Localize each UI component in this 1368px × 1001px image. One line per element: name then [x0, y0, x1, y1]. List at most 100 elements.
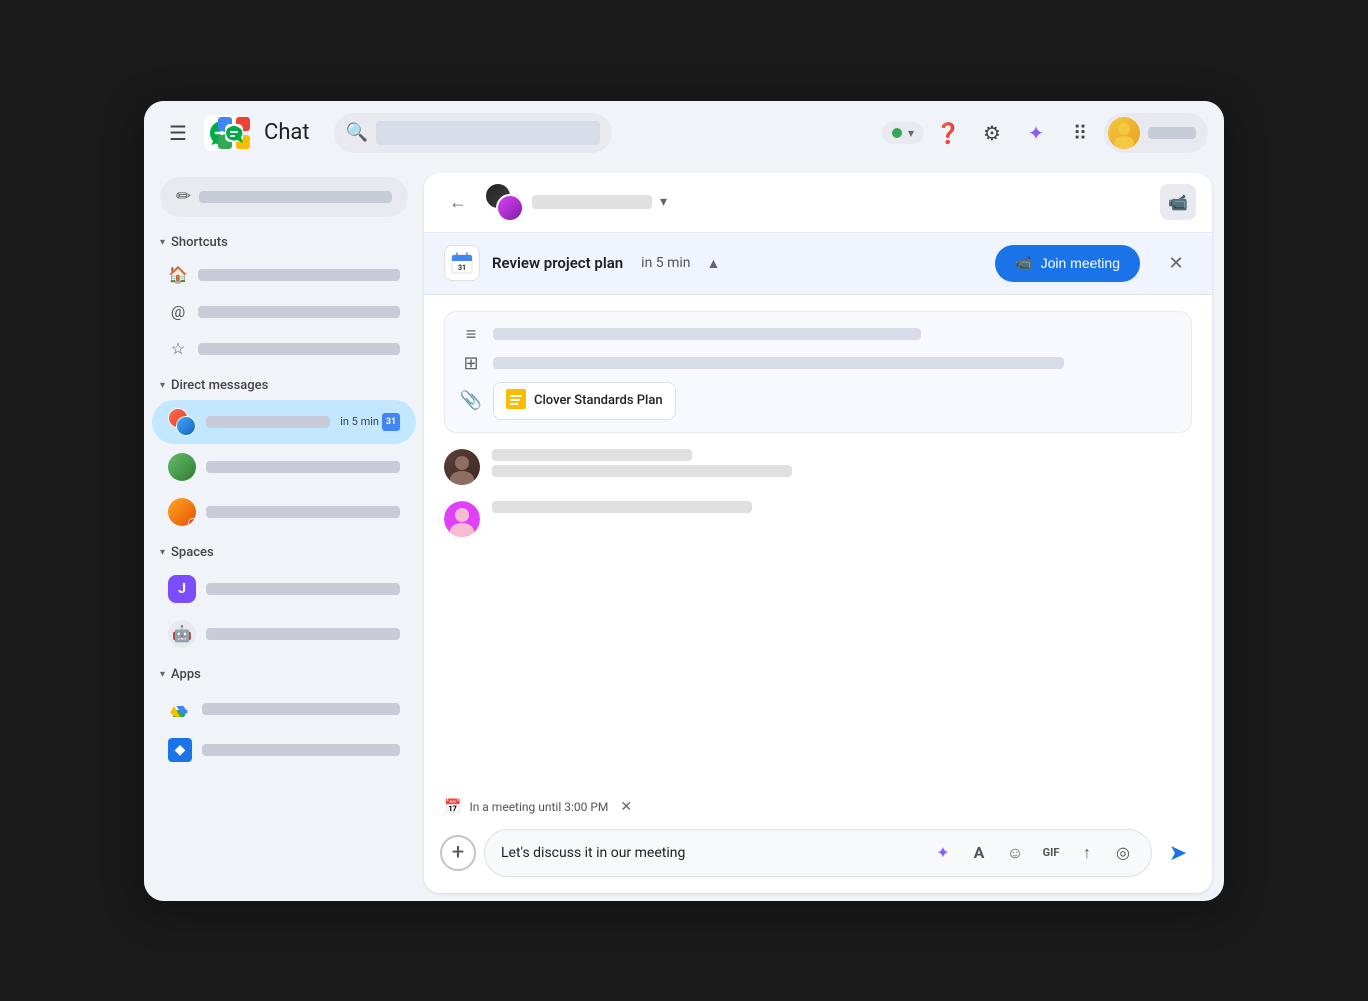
file-name: Clover Standards Plan [534, 393, 663, 408]
new-chat-label [199, 191, 392, 203]
apps-item-drive[interactable] [152, 689, 416, 729]
sparkle-button[interactable]: ✦ [927, 837, 959, 869]
back-button[interactable]: ← [440, 184, 476, 220]
app-body: ✏ ▾ Shortcuts 🏠 @ ☆ [144, 165, 1224, 901]
msg-line-2a [492, 501, 752, 513]
close-banner-button[interactable]: ✕ [1160, 247, 1192, 279]
direct-messages-section: ▾ Direct messages in 5 min 31 [144, 372, 424, 535]
app-window: ☰ Chat 🔍 [144, 101, 1224, 901]
dm-badge-text: in 5 min [340, 415, 379, 428]
sidebar-item-mentions[interactable]: @ [152, 294, 416, 330]
join-meeting-button[interactable]: 📹 Join meeting [995, 245, 1140, 282]
spaces-label: Spaces [171, 545, 214, 560]
spaces-label-j [206, 583, 400, 595]
meeting-title: Review project plan [492, 254, 623, 272]
spaces-header[interactable]: ▾ Spaces [144, 539, 424, 566]
spaces-arrow: ▾ [160, 547, 165, 558]
messages-area: ≡ ⊞ 📎 Clover Standards Plan [424, 295, 1212, 793]
attachment-row: 📎 Clover Standards Plan [461, 382, 1175, 420]
message-row-1 [444, 449, 1192, 485]
gemini-button[interactable]: ✦ [1016, 113, 1056, 153]
settings-button[interactable]: ⚙ [972, 113, 1012, 153]
dm-item-3[interactable] [152, 490, 416, 534]
home-icon: 🏠 [168, 265, 188, 285]
input-text[interactable]: Let's discuss it in our meeting [501, 845, 919, 861]
send-icon: ➤ [1169, 840, 1187, 866]
drive-icon [168, 697, 192, 721]
meeting-detail-card: ≡ ⊞ 📎 Clover Standards Plan [444, 311, 1192, 433]
app-logo-color [216, 115, 252, 151]
user-chip[interactable] [1104, 113, 1208, 153]
svg-text:31: 31 [458, 264, 466, 272]
spaces-item-j[interactable]: J [152, 567, 416, 611]
dm-badge: in 5 min 31 [340, 413, 400, 431]
chat-avatar-group [484, 182, 524, 222]
status-dropdown-arrow: ▾ [908, 126, 914, 140]
shortcuts-header[interactable]: ▾ Shortcuts [144, 229, 424, 256]
message-avatar-1 [444, 449, 480, 485]
drive-label [202, 703, 400, 715]
msg-line-1b [492, 465, 792, 477]
video-call-button[interactable]: 📹 [1160, 184, 1196, 220]
main-content: ← ▾ 📹 [424, 173, 1212, 893]
dm-avatar-2 [168, 453, 196, 481]
dm-header[interactable]: ▾ Direct messages [144, 372, 424, 399]
upload-button[interactable]: ↑ [1071, 837, 1103, 869]
sidebar-item-starred[interactable]: ☆ [152, 331, 416, 367]
join-video-icon: 📹 [1015, 255, 1032, 272]
meeting-expand-icon[interactable]: ▲ [707, 255, 721, 272]
spaces-avatar-j: J [168, 575, 196, 603]
status-close-button[interactable]: ✕ [620, 799, 632, 815]
attachment-file[interactable]: Clover Standards Plan [493, 382, 676, 420]
message-content-1 [492, 449, 792, 477]
user-name-placeholder [1148, 127, 1196, 139]
sidebar-item-home[interactable]: 🏠 [152, 257, 416, 293]
record-button[interactable]: ◎ [1107, 837, 1139, 869]
meeting-time: in 5 min [641, 255, 690, 271]
spaces-item-robot[interactable]: 🤖 [152, 612, 416, 656]
apps-item-diamond[interactable]: ◆ [152, 730, 416, 770]
help-button[interactable]: ❓ [928, 113, 968, 153]
detail-text-icon: ≡ [461, 324, 481, 345]
dm-label: Direct messages [171, 378, 268, 393]
search-bar[interactable]: 🔍 [334, 113, 612, 153]
input-area: + Let's discuss it in our meeting ✦ A ☺ [424, 821, 1212, 893]
detail-location-icon: ⊞ [461, 353, 481, 374]
app-title: Chat [264, 120, 310, 145]
video-icon: 📹 [1168, 193, 1188, 212]
dm-item-2[interactable] [152, 445, 416, 489]
upload-icon: ↑ [1083, 843, 1091, 863]
header-actions: ▾ ❓ ⚙ ✦ ⠿ [882, 113, 1208, 153]
message-content-2 [492, 501, 752, 513]
msg-line-1a [492, 449, 692, 461]
dm-item-active[interactable]: in 5 min 31 [152, 400, 416, 444]
calendar-badge: 31 [382, 413, 400, 431]
apps-grid-icon: ⠿ [1073, 121, 1088, 145]
spaces-section: ▾ Spaces J 🤖 [144, 539, 424, 657]
dm-avatar-3 [168, 498, 196, 526]
new-chat-button[interactable]: ✏ [160, 177, 408, 217]
calendar-icon: 31 [444, 245, 480, 281]
shortcuts-label: Shortcuts [171, 235, 228, 250]
gif-button[interactable]: GIF [1035, 837, 1067, 869]
header: ☰ Chat 🔍 [144, 101, 1224, 165]
diamond-icon: ◆ [168, 738, 192, 762]
apps-label: Apps [171, 667, 201, 682]
message-input-box[interactable]: Let's discuss it in our meeting ✦ A ☺ GI… [484, 829, 1152, 877]
apps-button[interactable]: ⠿ [1060, 113, 1100, 153]
menu-icon[interactable]: ☰ [160, 115, 196, 151]
meeting-banner: 31 Review project plan in 5 min ▲ 📹 Join… [424, 233, 1212, 295]
dm-label-2 [206, 461, 400, 473]
apps-header[interactable]: ▾ Apps [144, 661, 424, 688]
format-button[interactable]: A [963, 837, 995, 869]
chat-dropdown-icon[interactable]: ▾ [660, 194, 667, 210]
add-button[interactable]: + [440, 835, 476, 871]
dm-avatar-multi [168, 408, 196, 436]
user-avatar [1108, 117, 1140, 149]
emoji-button[interactable]: ☺ [999, 837, 1031, 869]
status-chip[interactable]: ▾ [882, 122, 924, 144]
search-input-placeholder [376, 121, 600, 145]
join-label: Join meeting [1041, 255, 1120, 271]
send-button[interactable]: ➤ [1160, 835, 1196, 871]
settings-icon: ⚙ [983, 121, 1001, 145]
